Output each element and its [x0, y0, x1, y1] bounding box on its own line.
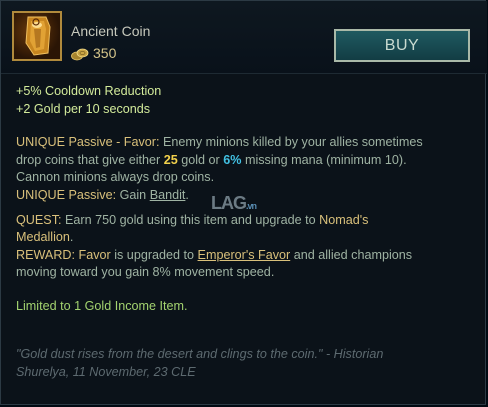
stat-gold: +2 Gold per 10 seconds: [16, 101, 151, 116]
limit-text: Limited to 1 Gold Income Item.: [16, 298, 188, 313]
passive-favor-text4: missing mana (minimum 10).: [241, 152, 407, 167]
quest-line2: Medallion.: [16, 229, 471, 247]
quest: QUEST: Earn 750 gold using this item and…: [16, 212, 471, 230]
passive-bandit-label: UNIQUE Passive:: [16, 187, 117, 202]
reward-label: REWARD:: [16, 247, 76, 262]
item-tooltip-panel: Ancient Coin 350 BUY +5% Cooldown Reduct…: [0, 0, 487, 405]
stat-cooldown: +5% Cooldown Reduction: [16, 84, 162, 98]
quest-text: Earn 750 gold using this item and upgrad…: [61, 212, 320, 227]
item-header: Ancient Coin 350 BUY: [1, 1, 487, 74]
passive-bandit-text: Gain: [116, 187, 150, 202]
flavor-attribution-2: Shurelya, 11 November, 23 CLE: [16, 365, 196, 379]
quest-end: .: [69, 230, 74, 245]
passive-favor-text3: gold or: [177, 152, 224, 167]
reward-line2: moving toward you gain 8% movement speed…: [16, 265, 275, 280]
passive-favor-line3: Cannon minions always drop coins.: [16, 170, 215, 185]
passive-favor-label: UNIQUE Passive - Favor:: [16, 135, 160, 150]
buy-button[interactable]: BUY: [334, 29, 470, 62]
watermark-text: LAG: [211, 193, 247, 213]
favor-gold-value: 25: [163, 152, 178, 167]
passive-favor-line2: drop coins that give either 25 gold or 6…: [16, 152, 471, 170]
gold-coins-icon: [71, 48, 89, 61]
favor-mana-value: 6%: [223, 152, 242, 167]
ancient-coin-icon: [12, 11, 62, 61]
reward-text2: and allied champions: [290, 247, 413, 262]
passive-bandit-end: .: [185, 187, 189, 202]
flavor-quote: "Gold dust rises from the desert and cli…: [16, 347, 323, 361]
flavor-text: "Gold dust rises from the desert and cli…: [16, 345, 471, 381]
passive-favor-text: Enemy minions killed by your allies some…: [159, 135, 423, 150]
reward: REWARD: Favor is upgraded to Emperor's F…: [16, 247, 471, 265]
lag-watermark: LAG.vn: [211, 193, 257, 214]
quest-label: QUEST:: [16, 212, 62, 227]
item-name: Ancient Coin: [71, 23, 151, 39]
bandit-link[interactable]: Bandit: [150, 188, 186, 202]
quest-item-name: Nomad's: [319, 212, 369, 227]
passive-favor-text2: drop coins that give either: [16, 152, 164, 167]
passive-favor: UNIQUE Passive - Favor: Enemy minions ki…: [16, 134, 471, 152]
quest-item-name-2: Medallion: [16, 230, 70, 245]
emperors-favor-link[interactable]: Emperor's Favor: [198, 248, 291, 262]
watermark-suffix: .vn: [246, 201, 257, 211]
reward-text: is upgraded to: [110, 247, 198, 262]
flavor-attribution: - Historian: [322, 347, 384, 361]
item-cost-value: 350: [93, 45, 117, 61]
reward-favor: Favor: [75, 247, 111, 262]
